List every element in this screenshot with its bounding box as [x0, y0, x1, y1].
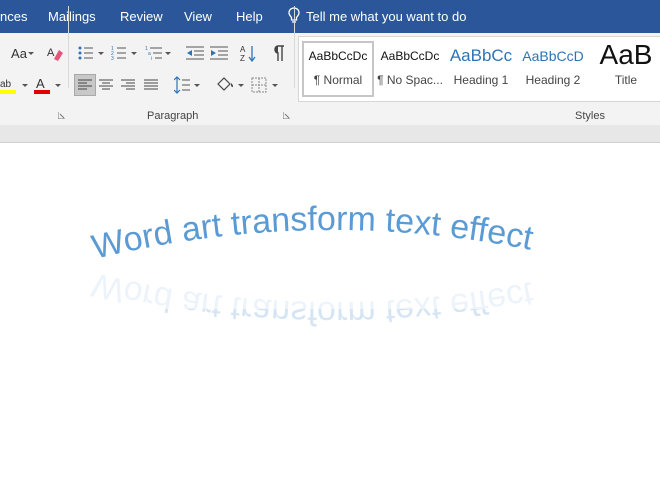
shading-icon[interactable]	[215, 75, 235, 95]
change-case-label: Aa	[11, 45, 27, 61]
font-color-dropdown-icon	[55, 84, 61, 87]
menu-review[interactable]: Review	[120, 9, 163, 24]
menu-bar: nces Mailings Review View Help Tell me w…	[0, 0, 660, 33]
svg-text:A: A	[240, 45, 246, 54]
highlight-dropdown-icon	[22, 84, 28, 87]
style-name: ¶ No Spac...	[377, 73, 443, 87]
svg-text:ab: ab	[0, 79, 12, 90]
document-page[interactable]: Word art transform text effect Word art …	[0, 143, 660, 480]
align-left-button[interactable]	[74, 74, 96, 96]
wordart-canvas: Word art transform text effect Word art …	[0, 200, 660, 332]
style-heading-1[interactable]: AaBbCc Heading 1	[448, 43, 514, 95]
style-heading-2[interactable]: AaBbCcD Heading 2	[520, 43, 586, 95]
justify-icon[interactable]	[144, 79, 158, 91]
tell-me-search[interactable]: Tell me what you want to do	[306, 9, 466, 24]
svg-text:3: 3	[111, 56, 114, 61]
highlight-color-icon[interactable]: ab	[0, 76, 18, 94]
menu-help[interactable]: Help	[236, 9, 263, 24]
style-preview: AaB	[599, 43, 653, 69]
numbering-icon[interactable]: 123	[111, 45, 127, 61]
borders-icon[interactable]	[251, 77, 267, 93]
multilevel-list-icon[interactable]: 1ai	[145, 45, 163, 61]
style-normal[interactable]: AaBbCcDc ¶ Normal	[302, 41, 374, 97]
paragraph-dialog-launcher-icon[interactable]	[283, 112, 290, 119]
borders-dropdown-icon	[272, 84, 278, 87]
numbering-dropdown-icon	[131, 52, 137, 55]
show-formatting-marks-icon[interactable]	[272, 44, 286, 62]
menu-view[interactable]: View	[184, 9, 212, 24]
ruler-gap	[0, 125, 660, 143]
menu-references[interactable]: nces	[0, 9, 27, 24]
wordart-text[interactable]: Word art transform text effect	[88, 200, 537, 267]
style-no-spacing[interactable]: AaBbCcDc ¶ No Spac...	[375, 43, 445, 95]
style-title[interactable]: AaB Title	[592, 43, 660, 95]
group-separator	[68, 6, 69, 88]
styles-group-label: Styles	[575, 110, 605, 122]
shading-dropdown-icon	[238, 84, 244, 87]
increase-indent-icon[interactable]	[210, 45, 228, 61]
style-name: ¶ Normal	[313, 73, 363, 87]
reflection-fade-overlay	[0, 269, 660, 309]
sort-icon[interactable]: AZ	[240, 44, 256, 62]
bullets-icon[interactable]	[78, 45, 94, 61]
decrease-indent-icon[interactable]	[186, 45, 204, 61]
clear-formatting-icon[interactable]: A	[46, 44, 64, 62]
style-preview: AaBbCcDc	[308, 49, 368, 63]
align-center-icon[interactable]	[99, 79, 113, 91]
svg-text:A: A	[47, 47, 55, 59]
line-spacing-icon[interactable]	[174, 76, 190, 94]
svg-text:A: A	[36, 76, 45, 91]
bullets-dropdown-icon	[98, 52, 104, 55]
svg-text:Z: Z	[240, 54, 245, 62]
menu-mailings[interactable]: Mailings	[48, 9, 96, 24]
svg-text:i: i	[151, 56, 152, 61]
multilevel-dropdown-icon	[165, 52, 171, 55]
style-preview: AaBbCcDc	[380, 49, 440, 63]
change-case-dropdown-icon	[28, 52, 34, 55]
align-left-icon	[78, 79, 92, 90]
font-dialog-launcher-icon[interactable]	[58, 112, 65, 119]
style-name: Heading 1	[453, 73, 509, 87]
style-name: Title	[614, 73, 638, 87]
paragraph-group-label: Paragraph	[147, 110, 199, 122]
style-preview: AaBbCc	[449, 46, 513, 65]
line-spacing-dropdown-icon	[194, 84, 200, 87]
style-preview: AaBbCcD	[522, 48, 584, 64]
font-color-icon[interactable]: A	[34, 75, 50, 95]
style-name: Heading 2	[525, 73, 581, 87]
align-right-icon[interactable]	[121, 79, 135, 91]
group-separator	[294, 6, 295, 88]
